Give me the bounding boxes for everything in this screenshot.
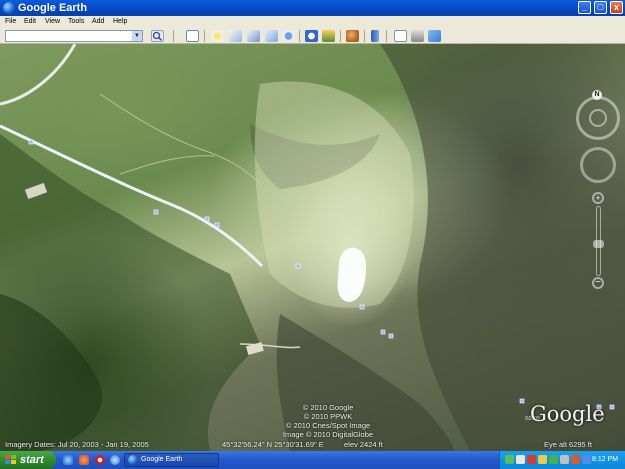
search-input[interactable] xyxy=(6,33,130,44)
google-earth-globe-icon xyxy=(3,2,15,14)
zoom-in-button[interactable]: + xyxy=(592,192,604,204)
status-line: Imagery Dates: Jul 20, 2003 - Jan 19, 20… xyxy=(0,439,625,451)
historical-imagery-icon[interactable] xyxy=(305,30,318,42)
placemark-icon[interactable] xyxy=(211,30,224,42)
polygon-icon[interactable] xyxy=(229,30,242,42)
road-marker xyxy=(153,209,159,215)
road-marker xyxy=(295,263,301,269)
sync-icon[interactable] xyxy=(582,455,591,464)
chevron-down-icon[interactable]: ▼ xyxy=(132,31,142,41)
alert-icon[interactable] xyxy=(571,455,580,464)
road-marker xyxy=(519,398,525,404)
toolbar-separator xyxy=(386,30,387,42)
earth-view[interactable]: N + − © 2010 Google © 2010 PPWK © 2010 C… xyxy=(0,44,625,451)
road-marker xyxy=(380,329,386,335)
taskbar-google-earth[interactable]: Google Earth xyxy=(124,453,219,467)
imagery-dates: Imagery Dates: Jul 20, 2003 - Jan 19, 20… xyxy=(5,440,149,449)
clock: 8:12 PM xyxy=(592,456,619,463)
network-icon[interactable] xyxy=(505,455,514,464)
search-icon[interactable] xyxy=(151,30,164,42)
messenger-icon[interactable] xyxy=(549,455,558,464)
road-marker xyxy=(388,333,394,339)
copyright-line: Image © 2010 DigitalGlobe xyxy=(282,430,374,439)
road-marker xyxy=(28,139,34,145)
opera-icon[interactable] xyxy=(95,455,105,465)
road-marker xyxy=(214,222,220,228)
toolbar: ▼ xyxy=(0,28,625,44)
media-icon[interactable] xyxy=(79,455,89,465)
menu-file[interactable]: File xyxy=(5,16,16,28)
print-icon[interactable] xyxy=(411,30,424,42)
record-tour-icon[interactable] xyxy=(282,30,295,42)
move-joystick[interactable] xyxy=(580,147,616,183)
open-slope xyxy=(254,81,414,308)
toolbar-separator xyxy=(299,30,300,42)
start-button[interactable]: start xyxy=(0,451,56,469)
zoom-slider-handle[interactable] xyxy=(593,240,604,249)
imagery-copyright: © 2010 Google © 2010 PPWK © 2010 Cnes/Sp… xyxy=(268,403,388,439)
google-logo: Google xyxy=(530,402,605,426)
terrain-overlay xyxy=(0,44,625,451)
toolbar-separator xyxy=(340,30,341,42)
road-marker xyxy=(609,404,615,410)
path-icon[interactable] xyxy=(247,30,260,42)
copyright-line: © 2010 Cnes/Spot Image xyxy=(285,421,371,430)
zoom-out-button[interactable]: − xyxy=(592,277,604,289)
road-marker xyxy=(359,304,365,310)
task-label: Google Earth xyxy=(141,456,183,463)
ie-icon[interactable] xyxy=(63,455,73,465)
track xyxy=(119,155,216,175)
system-tray: 8:12 PM xyxy=(499,451,625,469)
copyright-line: © 2010 Google xyxy=(302,403,354,412)
north-indicator-icon[interactable]: N xyxy=(592,90,602,100)
road-marker xyxy=(204,216,210,222)
search-field[interactable]: ▼ xyxy=(5,30,143,44)
look-joystick[interactable] xyxy=(576,96,620,140)
menu-tools[interactable]: Tools xyxy=(68,16,84,28)
title-bar[interactable]: Google Earth _ □ x xyxy=(0,0,625,16)
toolbar-separator xyxy=(204,30,205,42)
menu-edit[interactable]: Edit xyxy=(24,16,36,28)
toolbar-separator xyxy=(173,30,174,42)
windows-flag-icon xyxy=(5,455,16,465)
toolbar-separator xyxy=(364,30,365,42)
eye-altitude-readout: Eye alt 6295 ft xyxy=(544,440,592,449)
coordinates-readout: 45°32'56.24" N 25°30'31.69" E xyxy=(222,440,324,449)
sidebar-icon[interactable] xyxy=(186,30,199,42)
battery-icon[interactable] xyxy=(560,455,569,464)
road xyxy=(0,44,77,106)
globe-icon[interactable] xyxy=(110,455,120,465)
image-overlay-icon[interactable] xyxy=(265,30,278,42)
google-maps-icon[interactable] xyxy=(428,30,441,42)
menu-help[interactable]: Help xyxy=(113,16,127,28)
shield-icon[interactable] xyxy=(527,455,536,464)
email-icon[interactable] xyxy=(394,30,407,42)
elevation-readout: elev 2424 ft xyxy=(344,440,383,449)
look-joystick-center[interactable] xyxy=(589,109,607,127)
start-label: start xyxy=(20,454,44,466)
volume-icon[interactable] xyxy=(516,455,525,464)
sunlight-icon[interactable] xyxy=(322,30,335,42)
close-button[interactable]: x xyxy=(610,1,623,14)
google-earth-globe-icon xyxy=(128,455,138,465)
ruler-icon[interactable] xyxy=(371,30,379,42)
maximize-button[interactable]: □ xyxy=(594,1,607,14)
minimize-button[interactable]: _ xyxy=(578,1,591,14)
planets-icon[interactable] xyxy=(346,30,359,42)
copyright-line: © 2010 PPWK xyxy=(303,412,353,421)
menu-view[interactable]: View xyxy=(45,16,60,28)
menu-bar: File Edit View Tools Add Help xyxy=(0,16,625,28)
update-icon[interactable] xyxy=(538,455,547,464)
window-title: Google Earth xyxy=(18,2,88,14)
menu-add[interactable]: Add xyxy=(92,16,104,28)
track xyxy=(99,93,261,185)
taskbar: start Google Earth 8:12 PM xyxy=(0,451,625,469)
